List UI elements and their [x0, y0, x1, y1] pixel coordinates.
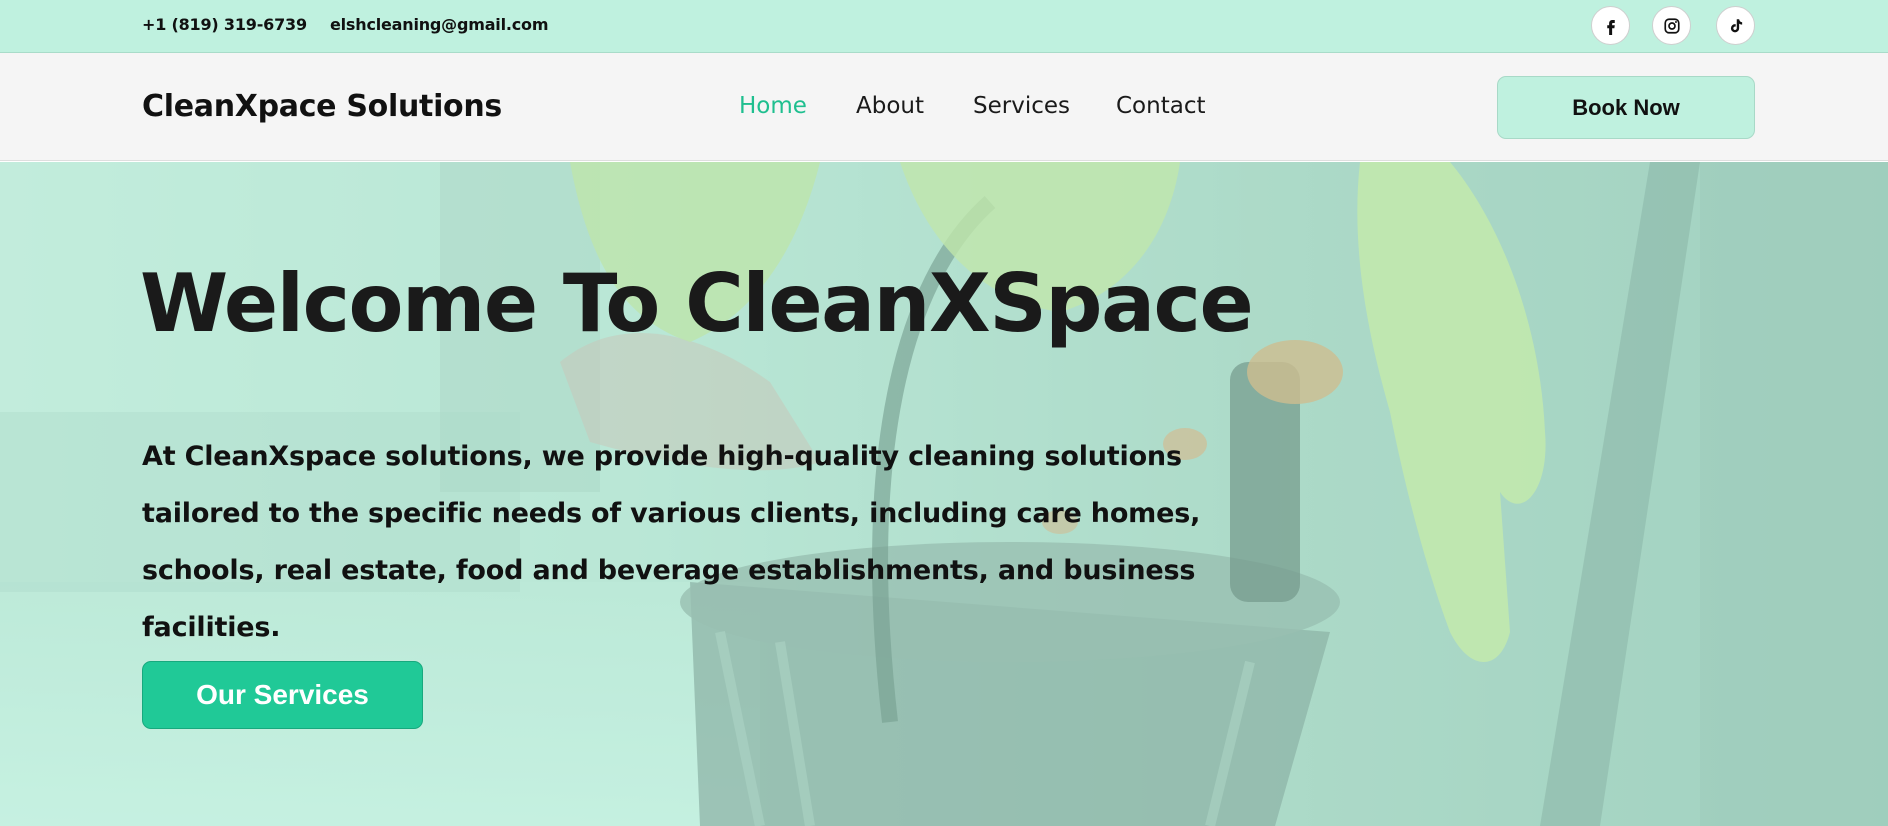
main-navbar: CleanXpace Solutions Home About Services…: [0, 53, 1888, 161]
nav-link-about[interactable]: About: [856, 93, 924, 119]
top-contact-bar: +1 (819) 319-6739 elshcleaning@gmail.com: [0, 0, 1888, 53]
our-services-button[interactable]: Our Services: [142, 661, 423, 729]
tiktok-link[interactable]: [1716, 6, 1755, 45]
facebook-link[interactable]: [1591, 6, 1630, 45]
brand-logo-text[interactable]: CleanXpace Solutions: [142, 89, 502, 124]
hero-description: At CleanXspace solutions, we provide hig…: [142, 441, 1201, 643]
phone-number[interactable]: +1 (819) 319-6739: [142, 15, 307, 34]
facebook-icon: [1606, 19, 1615, 35]
nav-link-services[interactable]: Services: [973, 93, 1070, 119]
book-now-button[interactable]: Book Now: [1497, 76, 1755, 139]
instagram-icon: [1663, 17, 1680, 34]
tiktok-icon: [1730, 18, 1742, 32]
hero-title: Welcome To CleanXSpace: [140, 257, 1254, 350]
hero-section: Welcome To CleanXSpace At CleanXspace so…: [0, 162, 1888, 826]
instagram-link[interactable]: [1652, 6, 1691, 45]
nav-link-contact[interactable]: Contact: [1116, 93, 1205, 119]
email-address[interactable]: elshcleaning@gmail.com: [330, 15, 549, 34]
nav-link-home[interactable]: Home: [739, 93, 807, 119]
